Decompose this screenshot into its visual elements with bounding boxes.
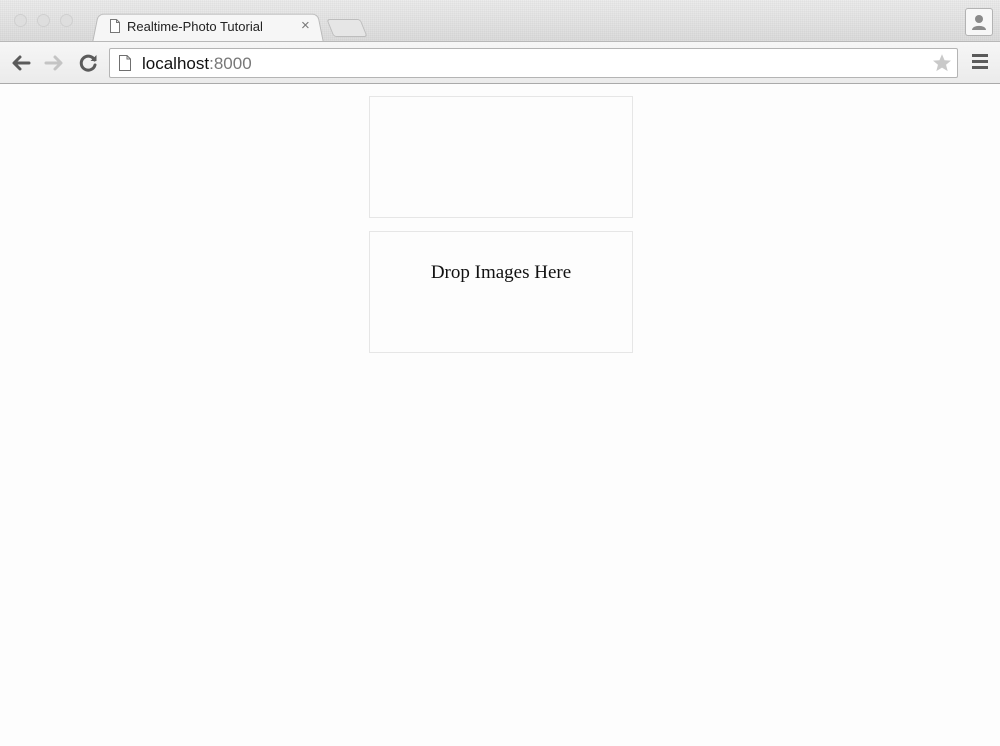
browser-toolbar: localhost:8000 [0,41,1000,84]
minimize-window-button[interactable] [37,14,50,27]
drop-zone-label: Drop Images Here [430,262,572,283]
hamburger-menu-icon[interactable] [972,54,988,72]
tab-title: Realtime-Photo Tutorial [127,19,263,34]
forward-arrow-icon[interactable] [42,51,66,75]
url-port: :8000 [209,54,252,73]
close-window-button[interactable] [14,14,27,27]
url-host: localhost [142,54,210,73]
star-icon[interactable] [931,52,953,74]
page-icon [110,19,120,33]
drop-zone[interactable]: Drop Images Here [369,231,633,353]
url-text[interactable]: localhost:8000 [142,54,252,74]
tab-content[interactable]: Realtime-Photo Tutorial × [108,12,322,42]
image-preview-box [369,96,633,218]
page-info-icon[interactable] [119,55,131,71]
person-icon [972,15,986,30]
address-bar[interactable]: localhost:8000 [109,48,958,78]
zoom-window-button[interactable] [60,14,73,27]
close-tab-icon[interactable]: × [301,17,310,34]
tab-strip: Realtime-Photo Tutorial × [0,0,1000,43]
profile-button[interactable] [965,8,993,36]
back-arrow-icon[interactable] [9,51,33,75]
new-tab-button[interactable] [326,19,368,37]
reload-icon[interactable] [76,51,100,75]
